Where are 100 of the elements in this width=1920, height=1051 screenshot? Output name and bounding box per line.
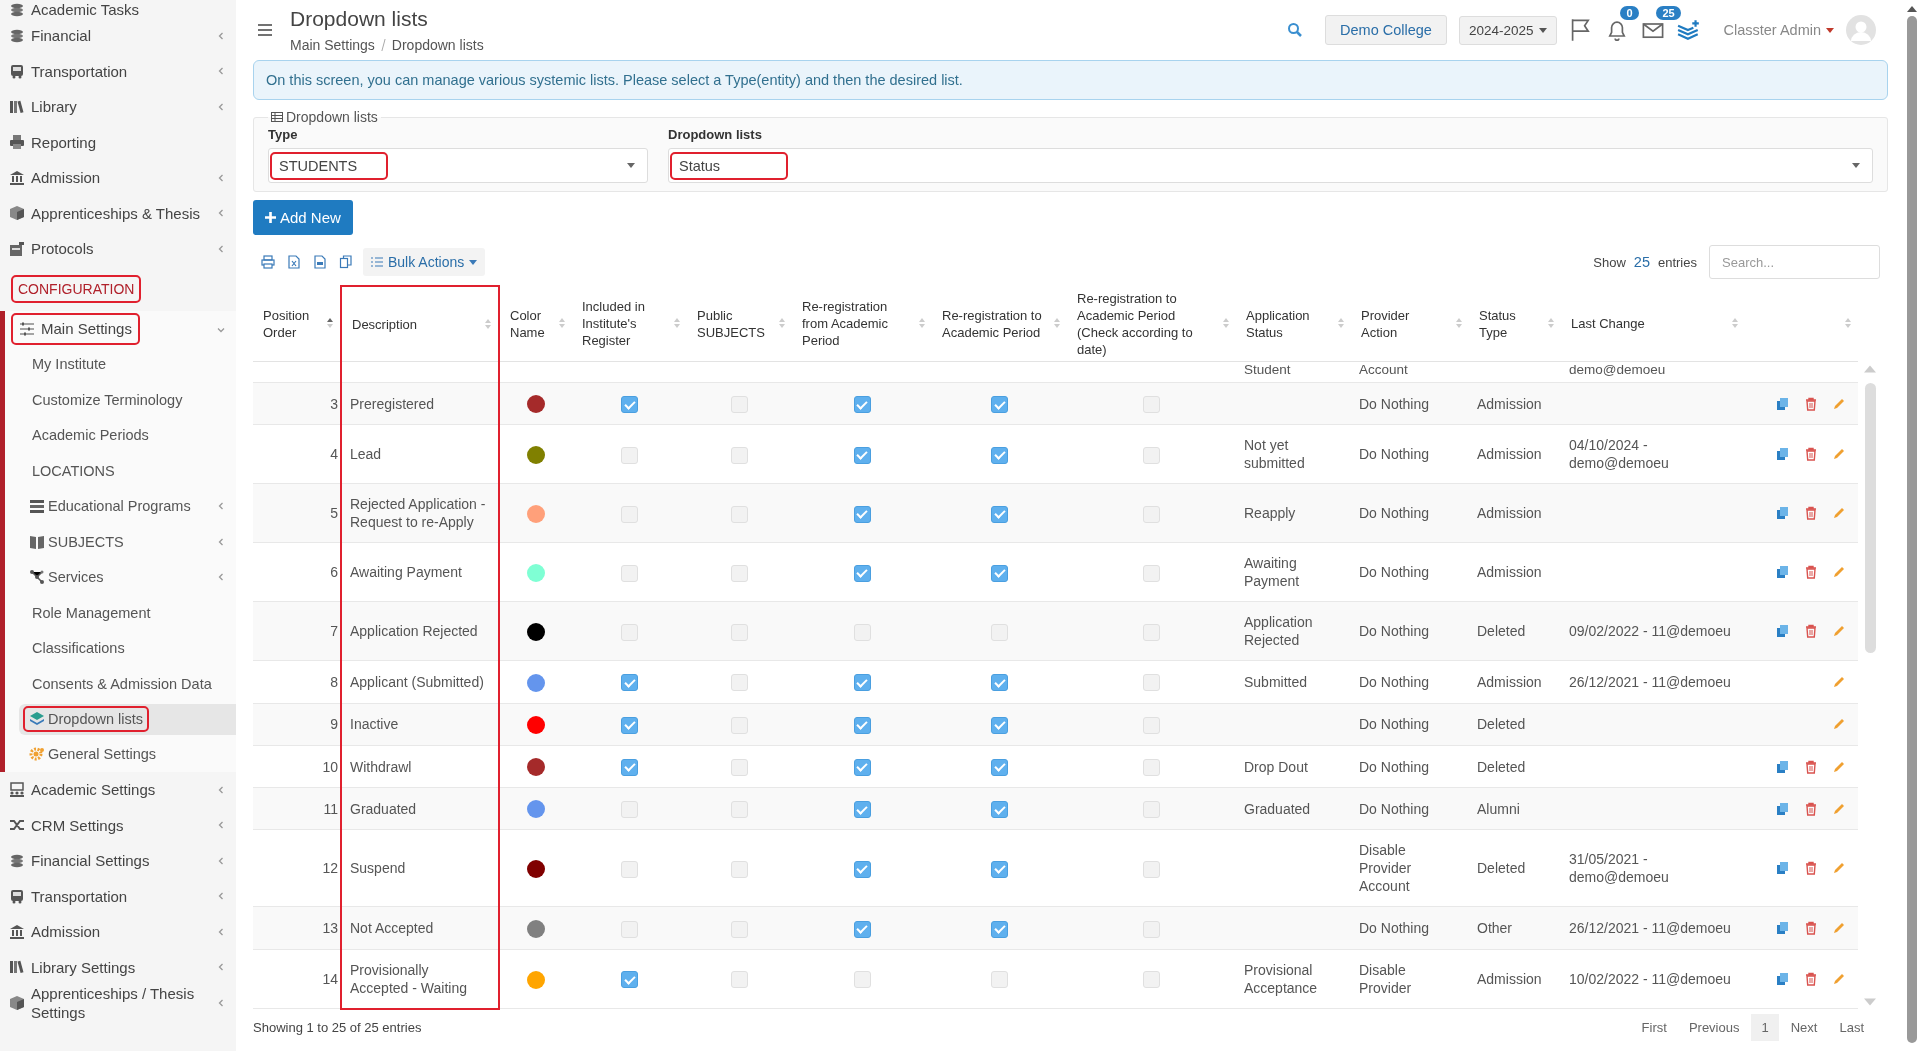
checkbox[interactable] xyxy=(853,564,871,582)
copy-icon[interactable] xyxy=(1776,972,1790,987)
sidebar-item[interactable]: Educational Programs xyxy=(5,488,236,524)
edit-icon[interactable] xyxy=(1832,506,1846,521)
institution-button[interactable]: Demo College xyxy=(1325,15,1447,45)
edit-icon[interactable] xyxy=(1832,396,1846,411)
checkbox[interactable] xyxy=(991,860,1008,878)
column-header[interactable]: Included in Institute's Register xyxy=(572,286,687,362)
sidebar-item[interactable]: Services xyxy=(5,559,236,595)
checkbox[interactable] xyxy=(621,758,638,776)
sidebar-item[interactable]: Academic Tasks xyxy=(0,0,236,18)
sidebar-item[interactable]: Apprenticeships / Thesis Settings xyxy=(0,985,236,1021)
checkbox[interactable] xyxy=(621,716,638,734)
scrollbar-thumb[interactable] xyxy=(1907,16,1917,1043)
delete-icon[interactable] xyxy=(1804,447,1818,462)
sidebar-item[interactable]: CRM Settings xyxy=(0,807,236,843)
checkbox[interactable] xyxy=(621,971,638,989)
column-header[interactable]: Color Name xyxy=(499,286,572,362)
sidebar-item[interactable]: Protocols xyxy=(0,231,236,267)
spreadsheet-icon[interactable] xyxy=(287,255,301,269)
copy-icon[interactable] xyxy=(339,255,353,269)
sort-icon[interactable] xyxy=(326,316,334,330)
edit-icon[interactable] xyxy=(1832,921,1846,936)
bulk-actions-button[interactable]: Bulk Actions xyxy=(363,248,486,276)
copy-icon[interactable] xyxy=(1776,447,1790,462)
pagination-button[interactable]: First xyxy=(1631,1013,1677,1041)
sidebar-item[interactable]: Library Settings xyxy=(0,949,236,985)
checkbox[interactable] xyxy=(991,758,1008,776)
menu-icon[interactable] xyxy=(258,24,272,36)
sidebar-item[interactable]: Main Settings xyxy=(11,312,140,345)
copy-icon[interactable] xyxy=(1776,396,1790,411)
checkbox[interactable] xyxy=(991,674,1008,692)
arrow-down-icon[interactable] xyxy=(1864,997,1876,1006)
delete-icon[interactable] xyxy=(1804,396,1818,411)
scrollbar-thumb[interactable] xyxy=(1864,383,1876,653)
sidebar-item[interactable]: Transportation xyxy=(0,53,236,89)
delete-icon[interactable] xyxy=(1804,624,1818,639)
checkbox[interactable] xyxy=(853,758,871,776)
checkbox[interactable] xyxy=(621,674,638,692)
edit-icon[interactable] xyxy=(1832,717,1846,732)
search-icon[interactable] xyxy=(1287,22,1304,38)
checkbox[interactable] xyxy=(853,716,871,734)
search-field[interactable]: Search... xyxy=(1709,245,1880,279)
checkbox[interactable] xyxy=(991,505,1008,523)
list-select[interactable]: Status xyxy=(668,148,1873,183)
column-header[interactable]: Re-registration to Academic Period (Check according to date) xyxy=(1067,286,1236,362)
checkbox[interactable] xyxy=(853,674,871,692)
copy-icon[interactable] xyxy=(1776,565,1790,580)
sidebar-item[interactable]: Financial xyxy=(0,18,236,54)
page-size-select[interactable]: 25 xyxy=(1633,254,1650,270)
sidebar-item[interactable]: Consents & Admission Data xyxy=(5,666,236,702)
checkbox[interactable] xyxy=(991,920,1008,938)
delete-icon[interactable] xyxy=(1804,861,1818,876)
edit-icon[interactable] xyxy=(1832,674,1846,689)
arrow-up-icon[interactable] xyxy=(1907,6,1917,12)
edit-icon[interactable] xyxy=(1832,447,1846,462)
checkbox[interactable] xyxy=(853,446,871,464)
delete-icon[interactable] xyxy=(1804,565,1818,580)
checkbox[interactable] xyxy=(853,396,871,414)
delete-icon[interactable] xyxy=(1804,759,1818,774)
checkbox[interactable] xyxy=(991,801,1008,819)
checkbox[interactable] xyxy=(991,716,1008,734)
column-header[interactable]: Status Type xyxy=(1469,286,1561,362)
sidebar-item[interactable]: Dropdown lists xyxy=(19,703,236,735)
sidebar-item[interactable]: Apprenticeships & Thesis xyxy=(0,195,236,231)
breadcrumb-item[interactable]: Main Settings xyxy=(290,37,375,53)
edit-icon[interactable] xyxy=(1832,801,1846,816)
print-icon[interactable] xyxy=(261,255,275,269)
sidebar-item[interactable]: Admission xyxy=(0,160,236,196)
pagination-button[interactable]: Last xyxy=(1829,1013,1874,1041)
layers-plus-icon[interactable] xyxy=(1677,18,1702,42)
pagination-button[interactable]: Previous xyxy=(1678,1013,1750,1041)
avatar[interactable] xyxy=(1846,15,1876,45)
pagination-button[interactable]: Next xyxy=(1780,1013,1828,1041)
sidebar-item[interactable]: My Institute xyxy=(5,346,236,382)
column-header[interactable]: Application Status xyxy=(1236,286,1351,362)
copy-icon[interactable] xyxy=(1776,921,1790,936)
delete-icon[interactable] xyxy=(1804,506,1818,521)
column-header[interactable]: Description xyxy=(341,286,499,362)
sidebar-item[interactable]: Role Management xyxy=(5,595,236,631)
checkbox[interactable] xyxy=(853,801,871,819)
delete-icon[interactable] xyxy=(1804,972,1818,987)
add-new-button[interactable]: Add New xyxy=(253,200,353,235)
edit-icon[interactable] xyxy=(1832,861,1846,876)
user-menu[interactable]: Classter Admin xyxy=(1723,22,1834,38)
column-header[interactable]: Last Change xyxy=(1561,286,1745,362)
copy-icon[interactable] xyxy=(1776,759,1790,774)
sidebar-item[interactable]: Academic Periods xyxy=(5,417,236,453)
checkbox[interactable] xyxy=(853,505,871,523)
checkbox[interactable] xyxy=(853,920,871,938)
document-icon[interactable] xyxy=(313,255,327,269)
sidebar-item[interactable]: Admission xyxy=(0,914,236,950)
sidebar-item[interactable]: Customize Terminology xyxy=(5,382,236,418)
pagination-button[interactable]: 1 xyxy=(1751,1013,1779,1041)
column-header[interactable]: Public SUBJECTS xyxy=(687,286,792,362)
column-header[interactable]: Re-registration to Academic Period xyxy=(932,286,1067,362)
checkbox[interactable] xyxy=(621,396,638,414)
sidebar-item[interactable]: Reporting xyxy=(0,124,236,160)
delete-icon[interactable] xyxy=(1804,801,1818,816)
year-dropdown[interactable]: 2024-2025 xyxy=(1458,15,1558,45)
